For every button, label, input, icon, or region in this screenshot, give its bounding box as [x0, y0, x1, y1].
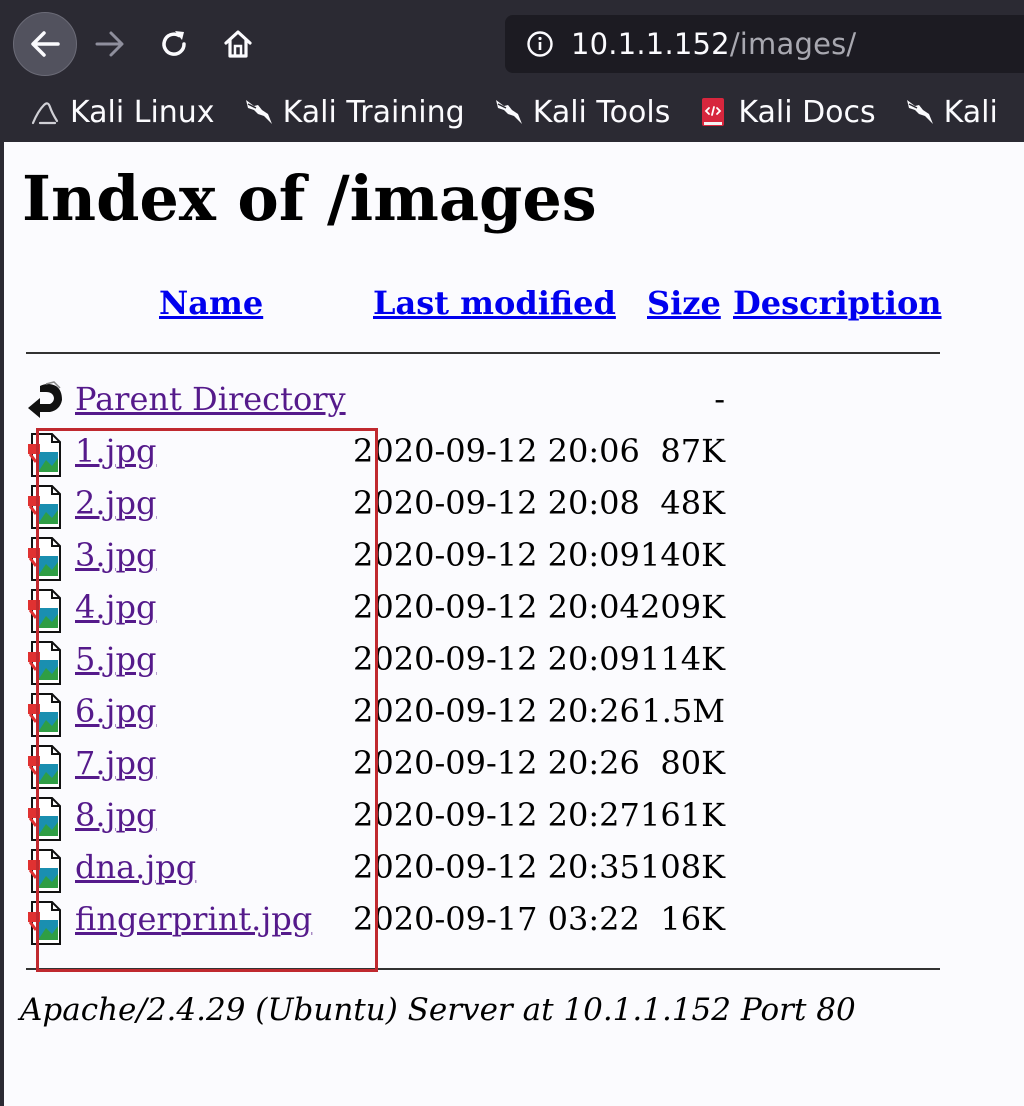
file-modified: 2020-09-12 20:09 — [353, 536, 640, 574]
file-modified: 2020-09-12 20:35 — [353, 848, 640, 886]
file-modified: 2020-09-12 20:06 — [353, 432, 640, 470]
highlight-box — [36, 428, 378, 972]
file-modified: 2020-09-12 20:26 — [353, 692, 640, 730]
parent-directory-link[interactable]: Parent Directory — [75, 380, 346, 418]
page-content: Index of /images Name Last modified Size… — [0, 142, 1024, 1106]
arrow-left-icon — [31, 31, 60, 57]
file-size: 48K — [660, 484, 725, 522]
bookmark-kali-linux[interactable]: Kali Linux — [28, 95, 215, 130]
file-size: 80K — [660, 744, 725, 782]
file-modified: 2020-09-12 20:26 — [353, 744, 640, 782]
server-signature: Apache/2.4.29 (Ubuntu) Server at 10.1.1.… — [20, 992, 856, 1028]
column-header-name[interactable]: Name — [159, 284, 263, 322]
back-folder-icon — [26, 380, 66, 426]
file-modified: 2020-09-12 20:27 — [353, 796, 640, 834]
home-icon — [224, 30, 252, 58]
bookmark-kali-docs[interactable]: Kali Docs — [696, 94, 876, 130]
file-size: 209K — [640, 588, 725, 626]
url-host: 10.1.1.152 — [571, 27, 730, 61]
bookmark-label: Kali Training — [282, 94, 465, 130]
url-text: 10.1.1.152/images/ — [571, 27, 856, 61]
file-modified: 2020-09-12 20:08 — [353, 484, 640, 522]
file-size: 108K — [640, 848, 725, 886]
address-bar[interactable]: 10.1.1.152/images/ — [505, 15, 1024, 73]
bookmark-label: Kali Tools — [532, 94, 671, 130]
file-size: 140K — [640, 536, 725, 574]
column-header-last-modified[interactable]: Last modified — [373, 284, 616, 322]
file-size: - — [714, 380, 725, 418]
kali-linux-icon — [28, 95, 62, 129]
info-icon[interactable] — [525, 29, 555, 59]
bookmark-kali-tools[interactable]: Kali Tools — [491, 94, 671, 130]
reload-icon — [162, 31, 186, 56]
divider — [26, 352, 940, 354]
kali-docs-icon — [696, 95, 730, 129]
back-button[interactable] — [13, 12, 77, 76]
file-modified: 2020-09-17 03:22 — [353, 900, 640, 938]
page-title: Index of /images — [22, 162, 597, 235]
bookmark-label: Kali — [943, 94, 998, 130]
bookmark-kali[interactable]: Kali — [902, 95, 998, 130]
file-modified: 2020-09-12 20:09 — [353, 640, 640, 678]
file-size: 161K — [640, 796, 725, 834]
bookmark-kali-training[interactable]: Kali Training — [241, 95, 465, 130]
kali-dragon-icon — [241, 95, 275, 129]
reload-button[interactable] — [152, 22, 196, 66]
home-button[interactable] — [216, 22, 260, 66]
window-edge — [0, 142, 4, 1106]
column-header-size[interactable]: Size — [647, 284, 721, 322]
bookmark-label: Kali Docs — [738, 94, 876, 130]
file-modified: 2020-09-12 20:04 — [353, 588, 640, 626]
browser-toolbar: 10.1.1.152/images/ Kali Linux Kali Train… — [0, 0, 1024, 142]
kali-dragon-icon — [902, 95, 936, 129]
url-path: /images/ — [729, 27, 857, 61]
parent-directory-row: Parent Directory - — [0, 378, 1024, 430]
file-size: 16K — [660, 900, 725, 938]
file-size: 114K — [640, 640, 725, 678]
forward-button[interactable] — [88, 22, 132, 66]
bookmarks-toolbar: Kali Linux Kali Training Kali Tools Kali… — [0, 86, 1024, 138]
column-header-description[interactable]: Description — [733, 284, 942, 322]
file-size: 1.5M — [641, 692, 725, 730]
bookmark-label: Kali Linux — [70, 94, 215, 130]
arrow-right-icon — [95, 31, 124, 57]
file-size: 87K — [660, 432, 725, 470]
kali-dragon-icon — [491, 95, 525, 129]
